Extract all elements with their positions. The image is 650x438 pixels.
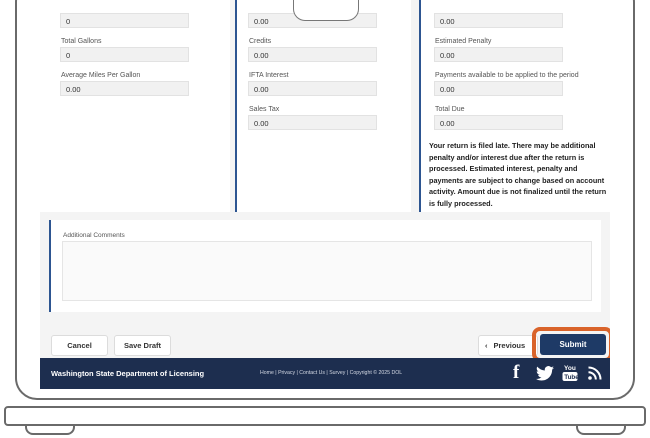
estimated-penalty-field[interactable]: 0.00	[434, 47, 563, 62]
previous-label: Previous	[493, 341, 526, 350]
total-gallons-field[interactable]: 0	[60, 47, 189, 62]
site-footer: Washington State Department of Licensing…	[40, 358, 610, 389]
miles-field[interactable]: 0	[60, 13, 189, 28]
facebook-icon[interactable]: f	[513, 363, 519, 382]
svg-text:Tube: Tube	[564, 374, 578, 381]
fuel-summary-column: 0 Total Gallons 0 Average Miles Per Gall…	[40, 0, 230, 212]
payments-label: Payments available to be applied to the …	[435, 72, 579, 79]
rss-icon[interactable]	[588, 366, 602, 385]
previous-button[interactable]: ‹ Previous	[478, 335, 538, 356]
additional-comments-input[interactable]	[62, 241, 592, 301]
footer-links[interactable]: Home | Privacy | Contact Us | Survey | C…	[260, 370, 402, 376]
avg-mpg-field[interactable]: 0.00	[60, 81, 189, 96]
payments-field[interactable]: 0.00	[434, 81, 563, 96]
ifta-interest-label: IFTA Interest	[249, 72, 289, 79]
submit-button[interactable]: Submit	[540, 334, 606, 355]
laptop-foot-left	[25, 426, 75, 435]
laptop-foot-right	[576, 426, 626, 435]
totals-top-field[interactable]: 0.00	[434, 13, 563, 28]
tax-column: 0.00 Credits 0.00 IFTA Interest 0.00 Sal…	[235, 0, 411, 212]
save-draft-button[interactable]: Save Draft	[114, 335, 171, 356]
youtube-icon[interactable]: You Tube	[562, 363, 579, 388]
ifta-interest-field[interactable]: 0.00	[248, 81, 377, 96]
estimated-penalty-label: Estimated Penalty	[435, 38, 492, 45]
additional-comments-label: Additional Comments	[63, 232, 125, 239]
footer-org-name: Washington State Department of Licensing	[51, 369, 205, 378]
sales-tax-label: Sales Tax	[249, 106, 280, 113]
total-due-field[interactable]: 0.00	[434, 115, 563, 130]
twitter-icon[interactable]	[536, 366, 554, 386]
additional-comments-section: Additional Comments	[49, 220, 601, 312]
camera-notch	[293, 0, 359, 21]
late-filing-notice: Your return is filed late. There may be …	[429, 141, 607, 208]
laptop-base	[4, 406, 646, 426]
chevron-left-icon: ‹	[485, 341, 488, 350]
totals-column: 0.00 Estimated Penalty 0.00 Payments ava…	[419, 0, 610, 212]
credits-label: Credits	[249, 38, 272, 45]
avg-mpg-label: Average Miles Per Gallon	[61, 72, 141, 79]
credits-field[interactable]: 0.00	[248, 47, 377, 62]
total-due-label: Total Due	[435, 106, 465, 113]
sales-tax-field[interactable]: 0.00	[248, 115, 377, 130]
cancel-button[interactable]: Cancel	[51, 335, 108, 356]
svg-text:You: You	[564, 365, 576, 372]
total-gallons-label: Total Gallons	[61, 38, 102, 45]
screen: 0 Total Gallons 0 Average Miles Per Gall…	[40, 0, 610, 389]
